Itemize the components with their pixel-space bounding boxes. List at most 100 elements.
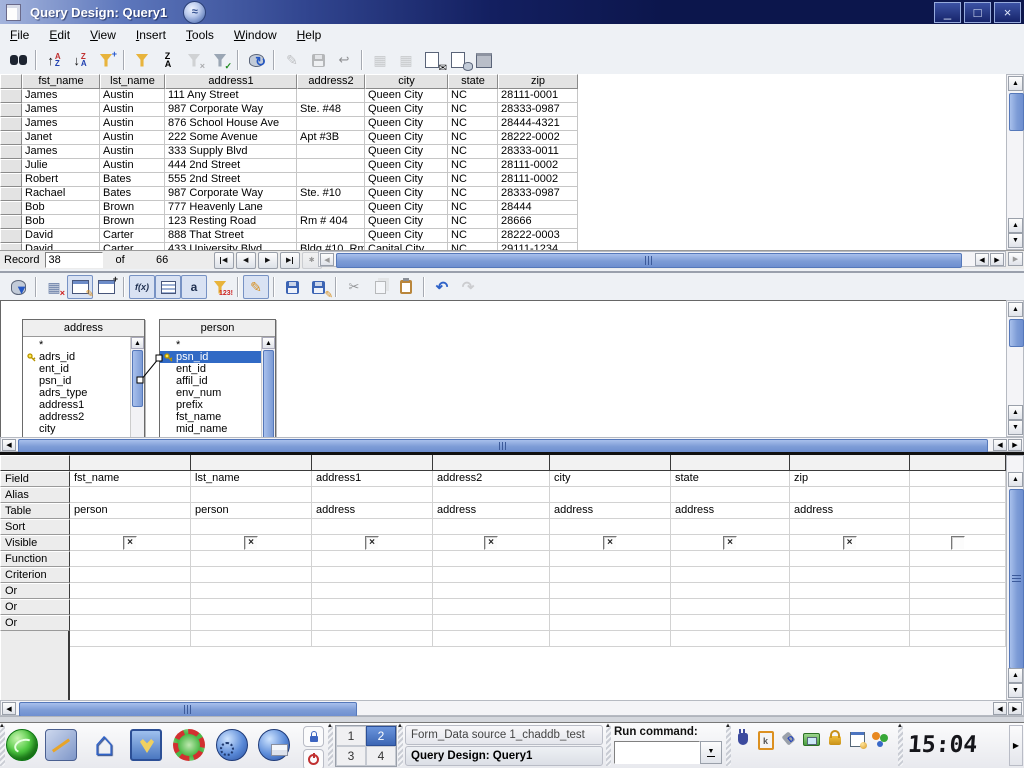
cell-zip[interactable]: 28222-0002 (498, 131, 578, 145)
query-cell[interactable] (671, 583, 790, 599)
menu-insert[interactable]: Insert (126, 25, 176, 45)
cell-address1[interactable]: 333 Supply Blvd (165, 145, 297, 159)
applet-handle[interactable] (606, 725, 611, 766)
cell-state[interactable]: NC (448, 173, 498, 187)
klipper-tray-icon[interactable]: k (757, 731, 774, 748)
menu-view[interactable]: View (80, 25, 126, 45)
panel-hide-button[interactable]: ▶ (1009, 725, 1023, 766)
query-cell[interactable]: × (312, 535, 433, 551)
cell-state[interactable]: NC (448, 117, 498, 131)
run-command-dropdown-button[interactable]: ▼ (700, 741, 722, 764)
query-cell[interactable]: address (433, 503, 550, 519)
query-cell[interactable]: lst_name (191, 471, 312, 487)
cell-address2[interactable]: Ste. #48 (297, 103, 365, 117)
cell-lst_name[interactable]: Bates (100, 187, 165, 201)
query-cell[interactable] (191, 551, 312, 567)
add-table-button[interactable]: + (93, 275, 119, 299)
field-ent_id[interactable]: ent_id (160, 363, 262, 375)
cell-state[interactable]: NC (448, 229, 498, 243)
cell-address2[interactable] (297, 117, 365, 131)
visible-checkbox[interactable]: × (244, 536, 258, 550)
cell-zip[interactable]: 28111-0002 (498, 173, 578, 187)
scroll-right-button[interactable]: ▶ (1008, 439, 1022, 451)
field-mid_name[interactable]: mid_name (160, 423, 262, 435)
scroll-up-button[interactable]: ▲ (1008, 302, 1023, 317)
column-header-address2[interactable]: address2 (297, 74, 365, 89)
query-cell[interactable] (550, 519, 671, 535)
query-cell[interactable] (671, 567, 790, 583)
next-record-button[interactable]: ▶ (258, 252, 278, 269)
field-prefix[interactable]: prefix (160, 399, 262, 411)
scroll-up-button[interactable]: ▲ (131, 337, 144, 349)
design-pane-vscrollbar[interactable]: ▲ ▲ ▼ (1006, 300, 1024, 437)
previous-record-button[interactable]: ◀ (236, 252, 256, 269)
query-cell[interactable] (312, 599, 433, 615)
query-cell[interactable] (312, 519, 433, 535)
grid-corner-cell[interactable] (0, 74, 22, 89)
cell-state[interactable]: NC (448, 89, 498, 103)
cell-fst_name[interactable]: James (22, 145, 100, 159)
column-header-address1[interactable]: address1 (165, 74, 297, 89)
cell-zip[interactable]: 28666 (498, 215, 578, 229)
query-cell[interactable] (70, 519, 191, 535)
suse-menu-button[interactable] (6, 729, 38, 761)
functions-button[interactable]: f(x) (129, 275, 155, 299)
query-cell[interactable] (70, 615, 191, 631)
lock-session-button[interactable] (303, 726, 324, 747)
scroll-thumb[interactable] (336, 253, 962, 268)
menu-file[interactable]: File (0, 25, 39, 45)
cell-address2[interactable] (297, 173, 365, 187)
cell-address1[interactable]: 987 Corporate Way (165, 103, 297, 117)
query-cell[interactable] (70, 487, 191, 503)
cell-fst_name[interactable]: David (22, 243, 100, 250)
query-cell[interactable]: × (550, 535, 671, 551)
desktop-2[interactable]: 2 (366, 726, 396, 746)
clear-query-button[interactable]: ▦× (41, 275, 67, 299)
run-command-input[interactable] (614, 741, 700, 764)
network-monitor-tray-icon[interactable] (803, 731, 820, 748)
taskbar-clock[interactable]: 15:04 (907, 732, 978, 758)
query-cell[interactable] (312, 615, 433, 631)
query-cell[interactable] (433, 631, 550, 647)
cell-city[interactable]: Queen City (365, 201, 448, 215)
field-address2[interactable]: address2 (23, 411, 131, 423)
scroll-up-button[interactable]: ▲ (1008, 668, 1023, 683)
cell-address1[interactable]: 433 University Blvd (165, 243, 297, 250)
cell-city[interactable]: Queen City (365, 173, 448, 187)
field-affil_id[interactable]: affil_id (160, 375, 262, 387)
cell-state[interactable]: NC (448, 145, 498, 159)
cell-address2[interactable] (297, 159, 365, 173)
field-env_num[interactable]: env_num (160, 387, 262, 399)
field-star[interactable]: * (23, 339, 131, 351)
cell-address1[interactable]: 222 Some Avenue (165, 131, 297, 145)
cell-city[interactable]: Queen City (365, 159, 448, 173)
query-cell[interactable] (910, 487, 1006, 503)
cell-fst_name[interactable]: James (22, 103, 100, 117)
cell-fst_name[interactable]: James (22, 89, 100, 103)
column-header-city[interactable]: city (365, 74, 448, 89)
switch-design-view-button[interactable]: ✎ (67, 275, 93, 299)
query-cell[interactable] (790, 487, 910, 503)
cell-address1[interactable]: 876 School House Ave (165, 117, 297, 131)
scroll-down-button[interactable]: ▼ (1008, 420, 1023, 435)
cell-lst_name[interactable]: Austin (100, 117, 165, 131)
query-cell[interactable] (191, 567, 312, 583)
scroll-left-button[interactable]: ◀ (993, 702, 1007, 715)
cell-lst_name[interactable]: Brown (100, 215, 165, 229)
scroll-thumb[interactable] (1009, 319, 1024, 347)
cell-address1[interactable]: 444 2nd Street (165, 159, 297, 173)
applet-handle[interactable] (328, 725, 333, 766)
row-selector[interactable] (0, 187, 22, 201)
scroll-thumb[interactable] (1009, 489, 1024, 669)
cell-zip[interactable]: 28333-0011 (498, 145, 578, 159)
row-selector[interactable] (0, 145, 22, 159)
cell-city[interactable]: Queen City (365, 229, 448, 243)
run-query-button[interactable]: ▼ (5, 275, 31, 299)
cell-lst_name[interactable]: Carter (100, 229, 165, 243)
query-cell[interactable] (433, 487, 550, 503)
close-button[interactable]: × (994, 2, 1021, 23)
applet-handle[interactable] (0, 725, 5, 766)
query-column-header[interactable] (312, 455, 433, 471)
last-record-button[interactable]: ▶ (280, 252, 300, 269)
field-ent_id[interactable]: ent_id (23, 363, 131, 375)
